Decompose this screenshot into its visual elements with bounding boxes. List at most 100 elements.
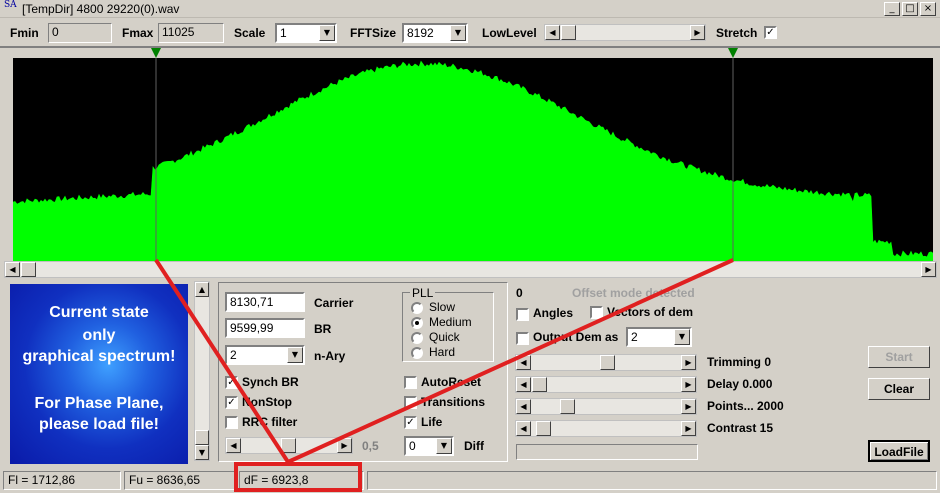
delay-slider[interactable]: ◀ ▶ (515, 376, 697, 393)
vertical-scrollbar[interactable]: ▲ ▼ (194, 281, 210, 461)
output-dem-checkbox[interactable] (516, 332, 529, 345)
contrast-slider[interactable]: ◀ ▶ (515, 420, 697, 437)
carrier-field[interactable]: 8130,71 (225, 292, 305, 312)
fmin-label: Fmin (10, 26, 39, 40)
trimming-slider[interactable]: ◀ ▶ (515, 354, 697, 371)
spectrum-scrollbar[interactable]: ◀ ▶ (4, 261, 937, 278)
life-label: Life (421, 415, 443, 429)
diff-value: 0 (409, 439, 416, 453)
arrow-left-icon[interactable]: ◀ (516, 421, 531, 436)
chevron-down-icon[interactable]: ▼ (319, 25, 335, 41)
trimming-thumb[interactable] (600, 355, 615, 370)
arrow-down-icon[interactable]: ▼ (195, 445, 209, 460)
chevron-down-icon[interactable]: ▼ (436, 438, 452, 454)
spectrum-scroll-thumb[interactable] (21, 262, 36, 277)
rrc-filter-label: RRC filter (242, 415, 298, 429)
arrow-right-icon[interactable]: ▶ (690, 25, 705, 40)
delay-thumb[interactable] (532, 377, 547, 392)
output-dem-select[interactable]: 2 ▼ (626, 327, 692, 347)
pll-radio-medium[interactable] (411, 317, 423, 329)
autoreset-checkbox[interactable] (404, 376, 417, 389)
clear-button[interactable]: Clear (868, 378, 930, 400)
points-slider[interactable]: ◀ ▶ (515, 398, 697, 415)
status-fu: Fu = 8636,65 (124, 471, 236, 490)
scale-value: 1 (280, 26, 287, 40)
window-title: [TempDir] 4800 29220(0).wav (22, 2, 180, 16)
chevron-down-icon[interactable]: ▼ (674, 329, 690, 345)
delay-label: Delay 0.000 (707, 377, 773, 391)
transitions-checkbox[interactable] (404, 396, 417, 409)
stretch-label: Stretch (716, 26, 758, 40)
arrow-left-icon[interactable]: ◀ (516, 399, 531, 414)
start-button[interactable]: Start (868, 346, 930, 368)
info-line: please load file! (38, 416, 160, 433)
arrow-right-icon[interactable]: ▶ (337, 438, 352, 453)
lowlevel-label: LowLevel (482, 26, 537, 40)
arrow-left-icon[interactable]: ◀ (5, 262, 20, 277)
scale-select[interactable]: 1 ▼ (275, 23, 337, 43)
carrier-label: Carrier (314, 296, 354, 310)
info-line: Current state (49, 304, 149, 321)
vertical-scroll-thumb[interactable] (195, 430, 209, 445)
arrow-left-icon[interactable]: ◀ (516, 355, 531, 370)
arrow-left-icon[interactable]: ◀ (226, 438, 241, 453)
pll-option-label: Slow (429, 300, 456, 314)
angles-checkbox[interactable] (516, 308, 529, 321)
close-button[interactable]: × (920, 2, 936, 16)
pll-radio-hard[interactable] (411, 347, 423, 359)
nary-value: 2 (230, 348, 237, 362)
stretch-checkbox[interactable]: ✓ (764, 26, 777, 39)
title-bar: SA [TempDir] 4800 29220(0).wav _ □ × (0, 0, 940, 18)
fftsize-select[interactable]: 8192 ▼ (402, 23, 468, 43)
app-icon: SA (4, 0, 17, 10)
rrc-slider[interactable]: ◀ ▶ (225, 437, 353, 454)
maximize-button[interactable]: □ (902, 2, 918, 16)
zero-readout: 0 (516, 286, 523, 300)
fmin-field[interactable]: 0 (48, 23, 112, 43)
trimming-label: Trimming 0 (707, 355, 772, 369)
arrow-left-icon[interactable]: ◀ (516, 377, 531, 392)
arrow-right-icon[interactable]: ▶ (681, 421, 696, 436)
status-df: dF = 6923,8 (239, 471, 364, 490)
arrow-right-icon[interactable]: ▶ (921, 262, 936, 277)
pll-title: PLL (410, 286, 436, 300)
life-checkbox[interactable]: ✓ (404, 416, 417, 429)
diff-select[interactable]: 0 ▼ (404, 436, 454, 456)
loadfile-button[interactable]: LoadFile (868, 440, 930, 462)
arrow-right-icon[interactable]: ▶ (681, 377, 696, 392)
synch-br-checkbox[interactable]: ✓ (225, 376, 238, 389)
arrow-right-icon[interactable]: ▶ (681, 355, 696, 370)
vectors-checkbox[interactable] (590, 306, 603, 319)
pll-radio-quick[interactable] (411, 332, 423, 344)
chevron-down-icon[interactable]: ▼ (287, 347, 303, 363)
minimize-button[interactable]: _ (884, 2, 900, 16)
points-thumb[interactable] (560, 399, 575, 414)
right-marker-handle[interactable] (728, 48, 738, 58)
pll-option-label: Medium (429, 315, 472, 329)
lowlevel-slider[interactable]: ◀ ▶ (544, 24, 706, 41)
info-panel: Current state only graphical spectrum! F… (10, 284, 188, 464)
rrc-slider-thumb[interactable] (281, 438, 296, 453)
arrow-up-icon[interactable]: ▲ (195, 282, 209, 297)
transitions-label: Transitions (421, 395, 486, 409)
info-line: only (82, 327, 116, 344)
arrow-right-icon[interactable]: ▶ (681, 399, 696, 414)
spectrum-display[interactable] (13, 48, 933, 262)
left-marker-handle[interactable] (151, 48, 161, 58)
arrow-left-icon[interactable]: ◀ (545, 25, 560, 40)
nonstop-checkbox[interactable]: ✓ (225, 396, 238, 409)
lowlevel-thumb[interactable] (561, 25, 576, 40)
fmax-field[interactable]: 11025 (158, 23, 224, 43)
info-line: graphical spectrum! (22, 348, 176, 365)
pll-radio-slow[interactable] (411, 302, 423, 314)
nary-select[interactable]: 2 ▼ (225, 345, 305, 365)
progress-bar (516, 444, 698, 460)
status-fl: Fl = 1712,86 (3, 471, 121, 490)
contrast-thumb[interactable] (536, 421, 551, 436)
output-dem-value: 2 (631, 330, 638, 344)
output-dem-label: Output Dem as (533, 330, 619, 344)
rrc-filter-checkbox[interactable] (225, 416, 238, 429)
br-field[interactable]: 9599,99 (225, 318, 305, 338)
pll-option-label: Quick (429, 330, 460, 344)
chevron-down-icon[interactable]: ▼ (450, 25, 466, 41)
